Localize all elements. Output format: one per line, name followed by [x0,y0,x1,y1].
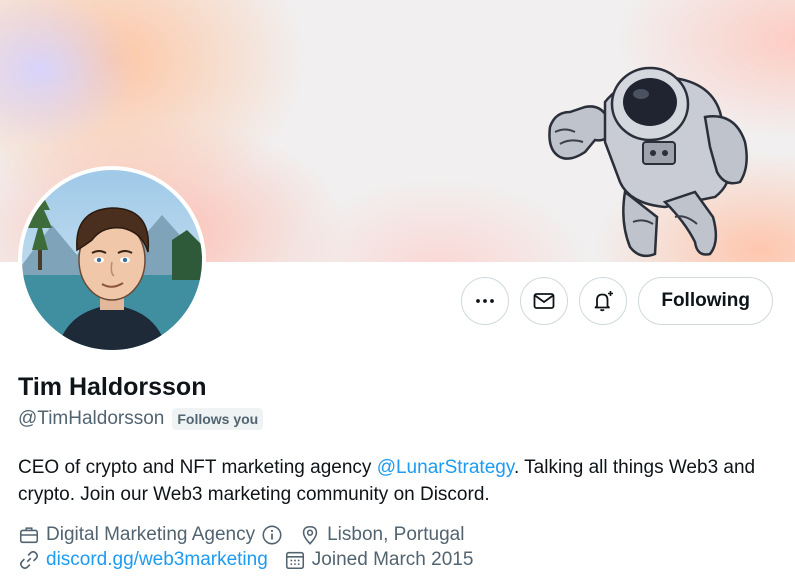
calendar-icon [285,551,304,570]
avatar-illustration [22,170,202,350]
following-button[interactable]: Following [638,277,773,325]
bio-mention-link[interactable]: @LunarStrategy [377,457,514,478]
profile-category: Digital Marketing Agency [18,524,283,546]
notifications-button[interactable] [579,277,628,325]
joined-label: Joined March 2015 [311,549,474,570]
category-label: Digital Marketing Agency [46,524,256,545]
location-label: Lisbon, Portugal [327,524,465,545]
location-pin-icon [302,525,318,545]
handle-row: @TimHaldorsson Follows you [18,408,264,430]
more-horizontal-icon [476,299,495,303]
profile-avatar[interactable] [18,166,206,354]
info-circle-icon[interactable] [261,524,283,546]
astronaut-illustration [548,66,748,258]
briefcase-icon [19,527,39,544]
profile-location: Lisbon, Portugal [299,524,464,546]
message-button[interactable] [520,277,569,325]
user-handle: @TimHaldorsson [18,408,165,429]
profile-actions: Following [461,277,773,325]
profile-website: discord.gg/web3marketing [18,549,268,571]
follows-you-badge: Follows you [172,408,264,430]
link-icon [19,550,39,570]
profile-joined: Joined March 2015 [284,549,474,571]
website-link[interactable]: discord.gg/web3marketing [46,549,268,571]
display-name: Tim Haldorsson [18,373,207,401]
profile-meta-row-2: discord.gg/web3marketing Joined March 20… [18,549,473,571]
more-button[interactable] [461,277,510,325]
profile-meta-row-1: Digital Marketing Agency Lisbon, Portuga… [18,524,464,546]
profile-bio: CEO of crypto and NFT marketing agency @… [18,454,778,508]
bio-text-start: CEO of crypto and NFT marketing agency [18,457,377,478]
bell-plus-icon [594,291,614,312]
envelope-icon [533,293,555,309]
